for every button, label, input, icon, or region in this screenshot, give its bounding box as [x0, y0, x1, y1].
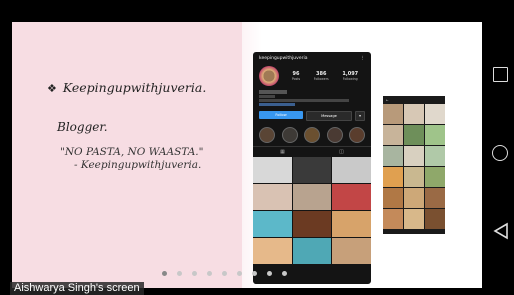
pager-dot[interactable]: [192, 271, 197, 276]
pager-dot[interactable]: [237, 271, 242, 276]
pager-dot[interactable]: [177, 271, 182, 276]
profile-username: keepingupwithjuveria: [259, 55, 308, 61]
pager-dot[interactable]: [222, 271, 227, 276]
story-highlights: [253, 124, 371, 146]
quote-attribution: - Keepingupwithjuveria.: [74, 159, 202, 171]
presentation-slide: ❖ Keepingupwithjuveria. Blogger. "NO PAST…: [12, 22, 482, 288]
following-stat: 1,097 Following: [342, 71, 359, 81]
pager-dot[interactable]: [162, 271, 167, 276]
instagram-grid-screenshot: ←: [383, 96, 445, 234]
quote-text: "NO PASTA, NO WAASTA.": [60, 146, 204, 158]
posts-stat: 96 Posts: [291, 71, 301, 81]
highlight-item: [303, 127, 321, 143]
back-triangle-icon[interactable]: [492, 222, 510, 240]
more-icon: ⋮: [360, 55, 366, 61]
slide-pager[interactable]: [162, 271, 287, 276]
pager-dot[interactable]: [207, 271, 212, 276]
post-grid: [253, 157, 371, 264]
pager-dot[interactable]: [267, 271, 272, 276]
highlight-item: [348, 127, 366, 143]
screen-share-label: Aishwarya Singh's screen: [10, 282, 144, 295]
android-nav-bar: [488, 0, 514, 295]
recents-square-icon[interactable]: [492, 66, 510, 84]
chevron-down-icon: ▾: [355, 111, 365, 121]
followers-stat: 386 Followers: [313, 71, 329, 81]
highlight-item: [326, 127, 344, 143]
quote-block: "NO PASTA, NO WAASTA." - Keepingupwithju…: [60, 146, 203, 172]
back-arrow-icon: ←: [386, 98, 389, 102]
bullet-icon: ❖: [47, 82, 57, 95]
pager-dot[interactable]: [252, 271, 257, 276]
grid-icon: ▦: [280, 149, 285, 155]
blog-handle: ❖ Keepingupwithjuveria.: [47, 80, 207, 95]
tagged-icon: ◫: [339, 149, 344, 155]
home-circle-icon[interactable]: [492, 145, 510, 163]
role-text: Blogger.: [57, 120, 108, 134]
highlight-item: [258, 127, 276, 143]
post-grid-small: [383, 104, 445, 229]
follow-button: Follow: [259, 111, 303, 119]
instagram-profile-screenshot: keepingupwithjuveria ⋮ 96 Posts 386 Foll…: [253, 52, 371, 284]
avatar: [259, 66, 279, 86]
pager-dot[interactable]: [282, 271, 287, 276]
profile-bio: [253, 88, 371, 108]
highlight-item: [281, 127, 299, 143]
message-button: Message: [306, 111, 352, 121]
